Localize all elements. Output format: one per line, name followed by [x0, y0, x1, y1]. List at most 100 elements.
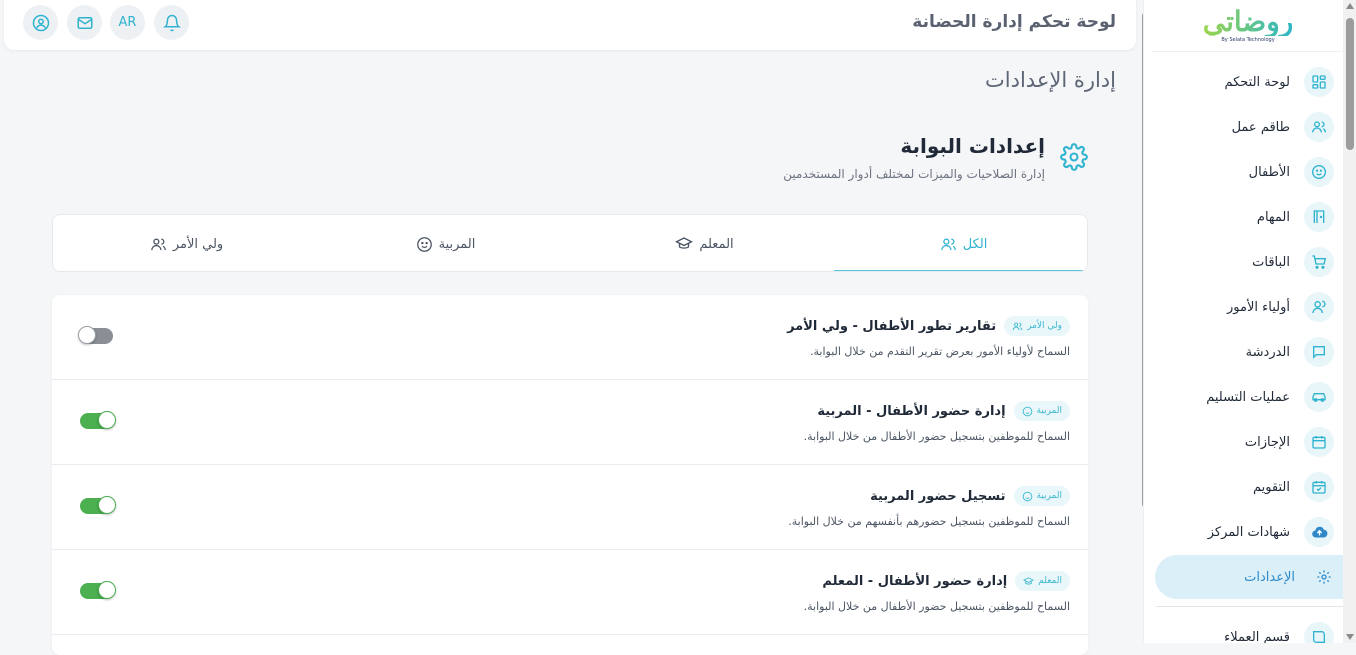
role-badge-label: ولي الأمر [1027, 321, 1062, 331]
setting-description: السماح للموظفين بتسجيل حضور الأطفال من خ… [803, 430, 1070, 443]
smile-icon [1022, 491, 1032, 501]
settings-subtitle: إدارة الصلاحيات والميزات لمختلف أدوار ال… [783, 167, 1045, 181]
gear-icon [1060, 143, 1088, 171]
sidebar-item-calendar[interactable]: التقويم [1156, 467, 1346, 507]
bell-icon [162, 14, 181, 31]
setting-row: تقارير تطور الأطفال - ولي الأمر ولي الأم… [52, 295, 1088, 380]
settings-title: إعدادات البوابة [900, 134, 1045, 158]
page-title: إدارة الإعدادات [985, 68, 1116, 92]
cart-icon [1304, 247, 1334, 277]
book-icon [1304, 622, 1334, 643]
users-icon [1012, 322, 1023, 330]
tab-teacher[interactable]: المعلم [575, 215, 834, 271]
logo-subtitle: By Selata Technology [1221, 37, 1275, 43]
role-badge: المربية [1013, 401, 1070, 421]
dashboard-icon [1304, 67, 1334, 97]
graduation-cap-icon [675, 237, 694, 249]
tab-label: المربية [438, 236, 476, 252]
smile-icon [1022, 406, 1032, 416]
sidebar-scrollbar[interactable] [1343, 0, 1356, 643]
sidebar-item-label: المهام [1256, 209, 1290, 225]
sidebar-item-deliveries[interactable]: عمليات التسليم [1156, 377, 1346, 417]
users-icon [150, 238, 166, 250]
role-badge-label: المربية [1036, 406, 1062, 416]
sidebar-item-children[interactable]: الأطفال [1156, 152, 1346, 192]
language-button[interactable]: AR [110, 5, 145, 40]
scroll-down-arrow-icon[interactable] [1346, 634, 1354, 640]
sidebar-item-staff[interactable]: طاقم عمل [1156, 107, 1346, 147]
sidebar-item-chat[interactable]: الدردشة [1156, 332, 1346, 372]
sidebar-item-packages[interactable]: الباقات [1156, 242, 1346, 282]
graduation-cap-icon [1023, 576, 1035, 584]
setting-row: تسجيل حضور المربية المربية السماح للموظف… [52, 465, 1088, 550]
role-badge-label: المعلم [1038, 576, 1062, 586]
setting-title: تقارير تطور الأطفال - ولي الأمر [787, 318, 997, 334]
door-icon [1304, 202, 1334, 232]
role-badge: ولي الأمر [1004, 316, 1070, 336]
sidebar-item-label: لوحة التحكم [1224, 74, 1290, 90]
calendar-icon [1304, 427, 1334, 457]
tab-guardian[interactable]: ولي الأمر [57, 215, 316, 271]
setting-title: تسجيل حضور المربية [870, 488, 1006, 504]
messages-button[interactable] [67, 5, 102, 40]
sidebar-item-label: قسم العملاء [1224, 629, 1290, 644]
gear-icon [1309, 562, 1339, 592]
tab-label: الكل [962, 236, 988, 252]
sidebar-item-label: الإعدادات [1244, 569, 1295, 585]
profile-button[interactable] [23, 5, 58, 40]
tab-all[interactable]: الكل [834, 215, 1087, 271]
logo-word: روضاتي [1202, 5, 1294, 38]
car-icon [1304, 382, 1334, 412]
setting-toggle[interactable] [80, 496, 116, 514]
role-badge: المربية [1013, 486, 1070, 506]
setting-description: السماح للموظفين بتسجيل حضورهم بأنفسهم من… [788, 515, 1070, 528]
toggle-knob [78, 326, 96, 344]
top-header: لوحة تحكم إدارة الحضانة AR [4, 0, 1136, 50]
sidebar-item-guardians[interactable]: أولياء الأمور [1156, 287, 1346, 327]
calendar-check-icon [1304, 472, 1334, 502]
notifications-button[interactable] [154, 5, 189, 40]
user-circle-icon [32, 14, 49, 31]
user-group-icon [1304, 292, 1334, 322]
tab-label: المعلم [699, 236, 734, 252]
role-badge-label: المربية [1036, 491, 1062, 501]
sidebar-scrollbar-thumb[interactable] [1346, 18, 1354, 150]
setting-title: إدارة حضور الأطفال - المعلم [822, 573, 1008, 589]
sidebar-item-customers[interactable]: قسم العملاء [1156, 617, 1346, 643]
sidebar-item-label: الدردشة [1245, 344, 1290, 360]
tab-label: ولي الأمر [172, 236, 224, 252]
setting-description: السماح لأولياء الأمور بعرض تقرير التقدم … [810, 345, 1070, 358]
sidebar-item-tasks[interactable]: المهام [1156, 197, 1346, 237]
toggle-knob [98, 581, 116, 599]
smile-icon [1304, 157, 1334, 187]
sidebar-item-label: شهادات المركز [1207, 524, 1290, 540]
toggle-knob [98, 496, 116, 514]
sidebar-item-settings[interactable]: الإعدادات [1155, 555, 1351, 599]
sidebar-divider [1156, 606, 1346, 607]
sidebar-item-label: التقويم [1252, 479, 1290, 495]
sidebar-item-leaves[interactable]: الإجازات [1156, 422, 1346, 462]
setting-toggle[interactable] [80, 581, 116, 599]
setting-toggle[interactable] [80, 411, 116, 429]
tab-nanny[interactable]: المربية [316, 215, 575, 271]
mail-icon [77, 16, 92, 29]
setting-description: السماح للموظفين بتسجيل حضور الأطفال من خ… [803, 600, 1070, 613]
toggle-knob [98, 411, 116, 429]
sidebar: روضاتي By Selata Technology لوحة التحكم … [1143, 0, 1356, 643]
sidebar-item-label: الإجازات [1244, 434, 1290, 450]
logo: روضاتي By Selata Technology [1152, 0, 1344, 52]
role-badge: المعلم [1015, 571, 1070, 591]
sidebar-item-label: طاقم عمل [1231, 119, 1290, 135]
chat-icon [1304, 337, 1334, 367]
sidebar-item-dashboard[interactable]: لوحة التحكم [1156, 62, 1346, 102]
smile-icon [416, 236, 432, 252]
app-title: لوحة تحكم إدارة الحضانة [912, 12, 1116, 32]
sidebar-item-certificates[interactable]: شهادات المركز [1156, 512, 1346, 552]
scroll-up-arrow-icon[interactable] [1346, 3, 1354, 9]
users-icon [1304, 112, 1334, 142]
users-icon [940, 238, 956, 250]
sidebar-item-label: عمليات التسليم [1206, 389, 1290, 405]
setting-toggle[interactable] [78, 326, 113, 344]
setting-title: إدارة حضور الأطفال - المربية [817, 403, 1006, 419]
sidebar-item-label: الباقات [1252, 254, 1290, 270]
